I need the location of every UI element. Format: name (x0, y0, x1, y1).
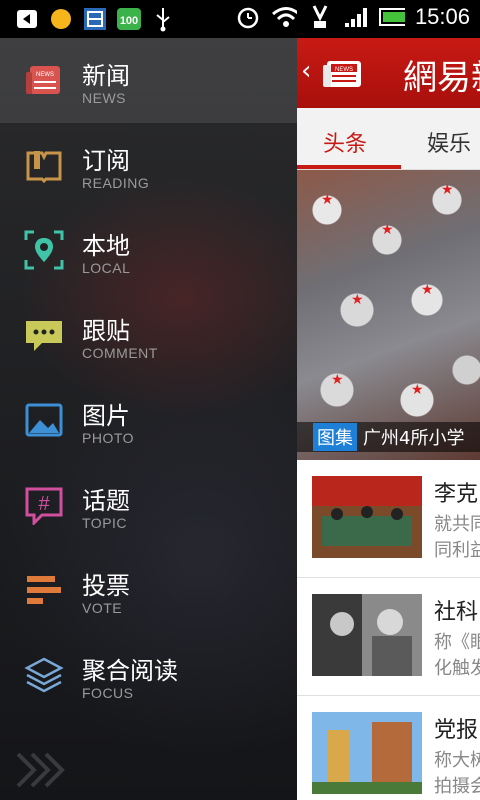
active-tab-indicator (297, 165, 401, 169)
battery-icon (378, 4, 405, 30)
article-thumbnail (312, 594, 422, 676)
news-icon: NEWS (26, 66, 60, 94)
svg-text:NEWS: NEWS (36, 72, 54, 78)
article-summary: 就共同 同利益 (434, 514, 480, 561)
hero-photo-gallery[interactable]: ★ ★ ★ ★ ★ ★ ★ 图集 广州4所小学 (297, 170, 480, 460)
open-drawer-chevron-icon[interactable]: ‹ (301, 56, 311, 86)
location-icon (24, 230, 64, 270)
vote-icon (27, 576, 61, 604)
article-item[interactable]: 党报 称大树 拍摄会 (297, 696, 480, 800)
wifi-icon (271, 4, 297, 30)
svg-text:100: 100 (120, 15, 138, 27)
drawer-item-topic[interactable]: # 话题 TOPIC (0, 463, 297, 548)
signal-icon (343, 4, 369, 30)
alarm-icon (235, 4, 261, 30)
photo-icon (25, 403, 63, 437)
article-title: 社科 (434, 600, 479, 625)
drawer-item-local[interactable]: 本地 LOCAL (0, 208, 297, 293)
calendar-app-icon (82, 6, 108, 32)
usb-icon (150, 6, 176, 32)
book-icon (26, 151, 62, 184)
hero-title: 广州4所小学 (363, 428, 465, 449)
drawer-item-label: 聚合阅读 (82, 657, 178, 685)
navigation-drawer: NEWS 新闻 NEWS 订阅 READING 本地 LOCAL 跟贴 COMM… (0, 38, 297, 800)
status-bar: 100 15:06 (0, 0, 480, 38)
drawer-item-label: 订阅 (82, 147, 130, 175)
drawer-item-label: 新闻 (82, 62, 130, 90)
weather-sun-icon (48, 6, 74, 32)
drawer-item-sublabel: LOCAL (82, 260, 131, 276)
drawer-item-sublabel: COMMENT (82, 345, 158, 361)
drawer-item-label: 本地 (82, 232, 130, 260)
svg-text:NEWS: NEWS (335, 67, 353, 73)
category-tabs: 头条 娱乐 (297, 108, 480, 170)
drawer-item-label: 图片 (82, 402, 130, 430)
tab-headline[interactable]: 头条 (323, 126, 367, 158)
double-chevron-right-icon[interactable] (16, 750, 66, 790)
tab-entertainment[interactable]: 娱乐 (427, 126, 471, 158)
gallery-tag: 图集 (313, 423, 357, 451)
drawer-item-news[interactable]: NEWS 新闻 NEWS (0, 38, 297, 123)
article-title: 李克 (434, 482, 479, 507)
back-icon (14, 6, 40, 32)
drawer-item-sublabel: VOTE (82, 600, 123, 616)
article-item[interactable]: 社科 称《眼 化触发 (297, 578, 480, 696)
news-content-panel: ‹ NEWS 網易新 头条 娱乐 ★ ★ ★ ★ ★ ★ ★ 图集 广州4所小学… (297, 38, 480, 800)
drawer-item-sublabel: NEWS (82, 90, 126, 106)
drawer-item-focus[interactable]: 聚合阅读 FOCUS (0, 633, 297, 718)
hero-caption: 图集 广州4所小学 (297, 422, 480, 452)
drawer-item-reading[interactable]: 订阅 READING (0, 123, 297, 208)
drawer-item-sublabel: READING (82, 175, 150, 191)
comment-icon (26, 321, 62, 351)
news-logo-icon[interactable]: NEWS (321, 55, 365, 91)
article-thumbnail (312, 476, 422, 558)
clock-time: 15:06 (414, 4, 470, 29)
drawer-item-photo[interactable]: 图片 PHOTO (0, 378, 297, 463)
drawer-item-label: 跟贴 (82, 317, 130, 345)
drawer-item-sublabel: PHOTO (82, 430, 135, 446)
hashtag-icon: # (25, 487, 63, 525)
article-thumbnail (312, 712, 422, 794)
article-summary: 称大树 拍摄会 (434, 750, 480, 797)
drawer-item-vote[interactable]: 投票 VOTE (0, 548, 297, 633)
drawer-item-comment[interactable]: 跟贴 COMMENT (0, 293, 297, 378)
vibrate-icon (307, 4, 333, 30)
article-summary: 称《眼 化触发 (434, 632, 480, 679)
brand-name: 網易新 (403, 58, 480, 98)
drawer-item-sublabel: TOPIC (82, 515, 128, 531)
drawer-item-label: 投票 (82, 572, 130, 600)
app-header: ‹ NEWS 網易新 (297, 38, 480, 108)
article-title: 党报 (434, 718, 479, 743)
article-item[interactable]: 李克 就共同 同利益 (297, 460, 480, 578)
layers-icon (24, 657, 64, 693)
drawer-item-sublabel: FOCUS (82, 685, 134, 701)
drawer-item-label: 话题 (82, 487, 130, 515)
app-100-icon: 100 (116, 6, 142, 32)
svg-text:#: # (38, 493, 50, 515)
